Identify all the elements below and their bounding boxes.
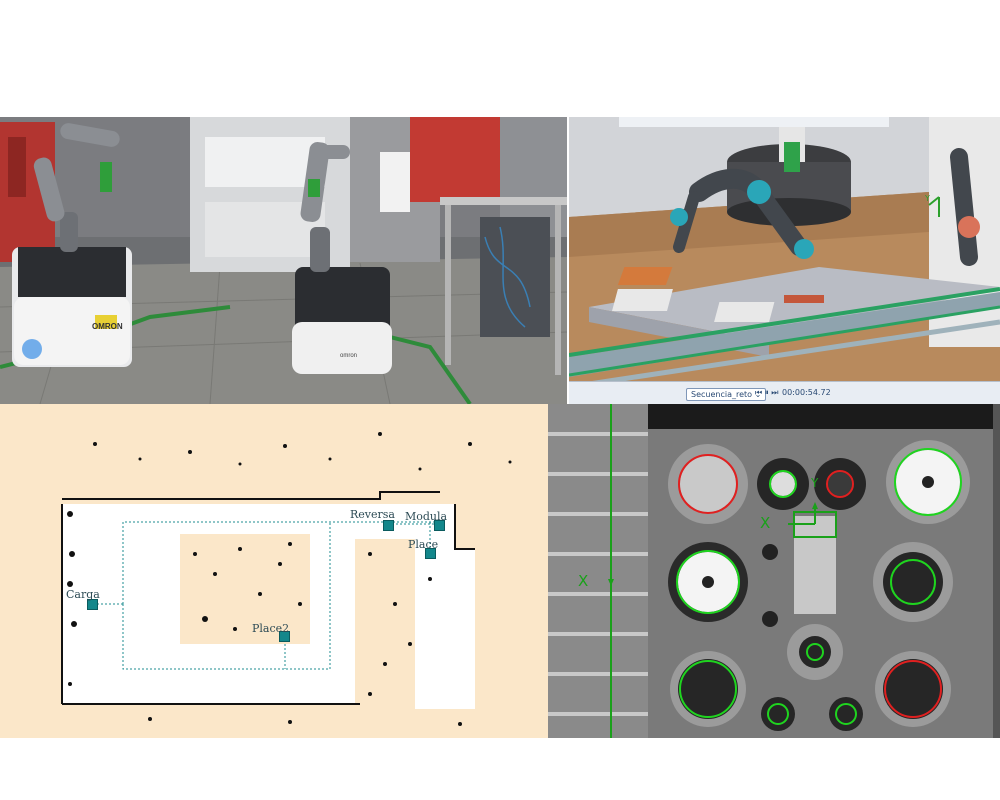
- left-robot-brand: OMRON: [92, 322, 123, 331]
- map-label-modula: Modula: [405, 510, 448, 523]
- robot-photo-scene: OMRON omron: [0, 117, 567, 404]
- vision-image: [548, 404, 1000, 738]
- right-robot-brand: omron: [340, 353, 357, 359]
- simulation-scene: Y: [569, 117, 1000, 404]
- vision-axis-x-inner: X: [760, 514, 771, 532]
- map-label-place: Place: [408, 538, 439, 551]
- sequence-toolbar: Secuencia_reto ⌄ ⏮ ⏸ ⏭ 00:00:54.72: [569, 381, 1000, 404]
- robot-photo-panel: OMRON omron: [0, 117, 567, 404]
- playback-controls[interactable]: ⏮ ⏸ ⏭: [755, 388, 779, 398]
- map-label-carga: Carga: [66, 588, 100, 601]
- occupancy-map-panel: Reversa Modula Place Carga Place2: [0, 404, 548, 738]
- sequence-time: 00:00:54.72: [782, 388, 831, 397]
- simulation-panel: Y Secuencia_reto ⌄ ⏮ ⏸ ⏭ 00:00:54.72: [569, 117, 1000, 404]
- sim-axis-y-label: Y: [924, 194, 930, 203]
- map-label-reversa: Reversa: [350, 508, 395, 521]
- vision-axis-x-left: X: [578, 572, 589, 590]
- map-node-reversa[interactable]: [383, 520, 394, 531]
- map-label-place2: Place2: [252, 622, 290, 635]
- vision-panel: X X Y: [548, 404, 1000, 738]
- vision-axis-y: Y: [811, 476, 819, 490]
- occupancy-map: [38, 432, 548, 738]
